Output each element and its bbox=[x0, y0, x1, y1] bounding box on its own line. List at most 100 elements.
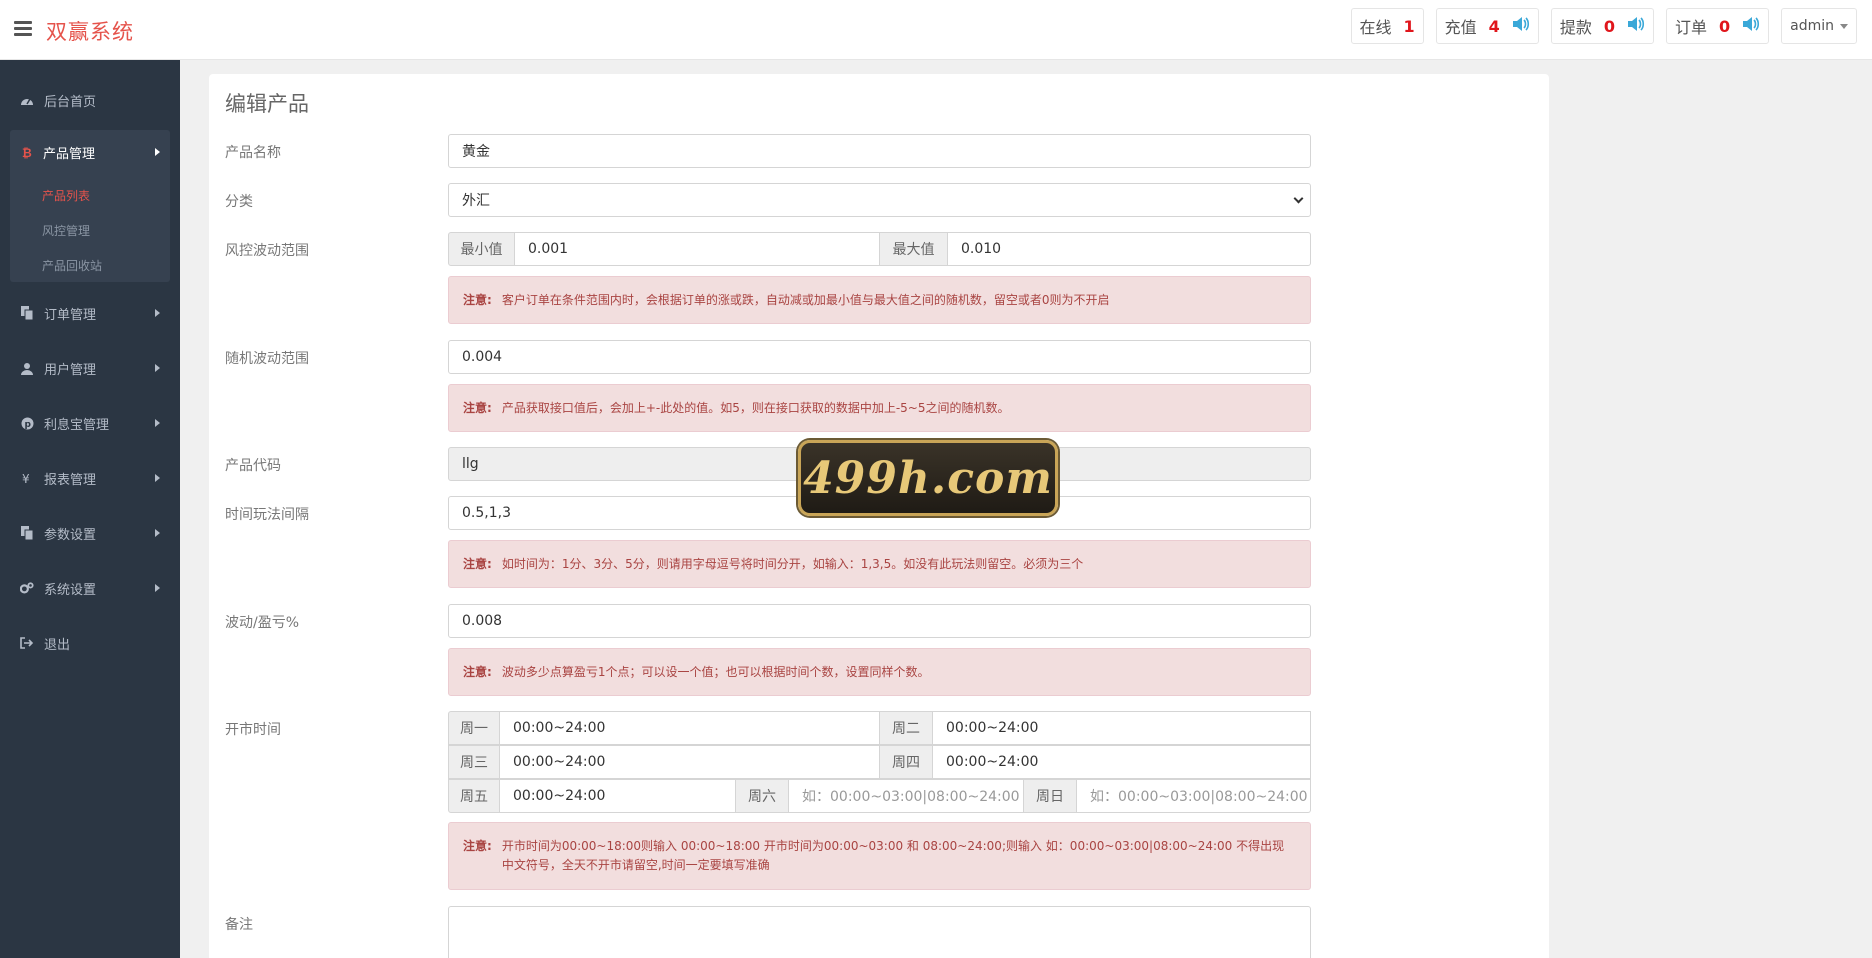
sidebar: 后台首页 ₿ 产品管理 产品列表 风控管理 产品回收站 订单管理 用户管理 p … bbox=[0, 60, 180, 958]
open-hours-label: 开市时间 bbox=[225, 722, 281, 738]
top-right-status: 在线 1 充值 4 提款 0 订单 0 admin bbox=[1350, 8, 1857, 44]
sidebar-item-label: 系统设置 bbox=[44, 582, 97, 598]
day-thu-addon: 周四 bbox=[880, 745, 933, 779]
menu-toggle-icon[interactable] bbox=[14, 21, 32, 37]
day-sat-input[interactable]: 如：00:00~03:00|08:00~24:00 bbox=[789, 779, 1024, 813]
svg-text:₿: ₿ bbox=[22, 146, 32, 159]
recharge-badge[interactable]: 充值 4 bbox=[1435, 8, 1539, 44]
interval-notice: 注意: 如时间为：1分、3分、5分，则请用字母逗号将时间分开，如输入：1,3,5。… bbox=[448, 540, 1311, 588]
top-bar: 双赢系统 在线 1 充值 4 提款 0 订单 0 admin bbox=[0, 0, 1872, 60]
caret-right-icon bbox=[155, 148, 160, 156]
copy-icon bbox=[20, 306, 34, 320]
open-hours-row-1: 周一 00:00~24:00 周二 00:00~24:00 bbox=[448, 711, 1311, 745]
pinterest-icon: p bbox=[20, 416, 34, 430]
online-label: 在线 bbox=[1359, 18, 1392, 37]
sidebar-item-label: 报表管理 bbox=[44, 472, 97, 488]
day-sun-addon: 周日 bbox=[1024, 779, 1077, 813]
caret-right-icon bbox=[155, 529, 160, 537]
risk-min-addon: 最小值 bbox=[448, 232, 515, 266]
product-name-input[interactable]: 黄金 bbox=[448, 134, 1311, 168]
withdraw-badge[interactable]: 提款 0 bbox=[1550, 8, 1654, 44]
day-fri-addon: 周五 bbox=[448, 779, 500, 813]
watermark-logo: 499h.com bbox=[798, 440, 1058, 516]
day-sat-addon: 周六 bbox=[736, 779, 789, 813]
risk-range-label: 风控波动范围 bbox=[225, 243, 309, 259]
dashboard-icon bbox=[20, 93, 34, 107]
risk-min-input[interactable]: 0.001 bbox=[515, 232, 880, 266]
user-icon bbox=[20, 361, 34, 375]
sidebar-item-params[interactable]: 参数设置 bbox=[0, 515, 180, 551]
interval-label: 时间玩法间隔 bbox=[225, 507, 309, 523]
svg-text:¥: ¥ bbox=[22, 472, 30, 485]
day-fri-input[interactable]: 00:00~24:00 bbox=[500, 779, 736, 813]
yen-icon: ¥ bbox=[20, 471, 34, 485]
remark-textarea[interactable] bbox=[448, 906, 1311, 958]
sidebar-subitem-recycle[interactable]: 产品回收站 bbox=[42, 257, 102, 274]
sidebar-subitem-product-list[interactable]: 产品列表 bbox=[42, 187, 90, 204]
user-menu[interactable]: admin bbox=[1781, 8, 1857, 44]
day-wed-addon: 周三 bbox=[448, 745, 500, 779]
user-name: admin bbox=[1790, 18, 1834, 34]
sidebar-item-users[interactable]: 用户管理 bbox=[0, 350, 180, 386]
random-range-input[interactable]: 0.004 bbox=[448, 340, 1311, 374]
open-hours-row-2: 周三 00:00~24:00 周四 00:00~24:00 bbox=[448, 745, 1311, 779]
day-mon-input[interactable]: 00:00~24:00 bbox=[500, 711, 880, 745]
sidebar-item-reports[interactable]: ¥ 报表管理 bbox=[0, 460, 180, 496]
risk-max-input[interactable]: 0.010 bbox=[948, 232, 1311, 266]
sidebar-subitem-risk[interactable]: 风控管理 bbox=[42, 222, 90, 239]
sidebar-item-interest[interactable]: p 利息宝管理 bbox=[0, 405, 180, 441]
order-label: 订单 bbox=[1674, 18, 1707, 37]
wave-label: 波动/盈亏% bbox=[225, 615, 300, 631]
speaker-icon[interactable] bbox=[1742, 16, 1760, 36]
day-tue-input[interactable]: 00:00~24:00 bbox=[933, 711, 1311, 745]
sidebar-item-product[interactable]: ₿ 产品管理 bbox=[10, 130, 170, 174]
online-count: 1 bbox=[1403, 16, 1415, 36]
random-notice: 注意: 产品获取接口值后，会加上+-此处的值。如5，则在接口获取的数据中加上-5~… bbox=[448, 384, 1311, 432]
brand-title: 双赢系统 bbox=[46, 20, 134, 44]
sidebar-item-logout[interactable]: 退出 bbox=[0, 625, 180, 661]
wave-input[interactable]: 0.008 bbox=[448, 604, 1311, 638]
product-code-label: 产品代码 bbox=[225, 458, 281, 474]
recharge-count: 4 bbox=[1488, 16, 1500, 36]
speaker-icon[interactable] bbox=[1627, 16, 1645, 36]
caret-right-icon bbox=[155, 309, 160, 317]
sidebar-item-label: 后台首页 bbox=[44, 94, 97, 110]
risk-range-group: 最小值 0.001 最大值 0.010 bbox=[448, 232, 1311, 266]
product-name-label: 产品名称 bbox=[225, 145, 281, 161]
recharge-label: 充值 bbox=[1444, 18, 1477, 37]
open-hours-row-3: 周五 00:00~24:00 周六 如：00:00~03:00|08:00~24… bbox=[448, 779, 1311, 813]
sidebar-item-label: 订单管理 bbox=[44, 307, 97, 323]
sidebar-item-label: 用户管理 bbox=[44, 362, 97, 378]
caret-right-icon bbox=[155, 364, 160, 372]
sign-out-icon bbox=[20, 636, 34, 650]
risk-notice: 注意: 客户订单在条件范围内时，会根据订单的涨或跌，自动减或加最小值与最大值之间的… bbox=[448, 276, 1311, 324]
category-label: 分类 bbox=[225, 194, 253, 210]
risk-max-addon: 最大值 bbox=[880, 232, 948, 266]
order-count: 0 bbox=[1718, 16, 1731, 36]
order-badge[interactable]: 订单 0 bbox=[1665, 8, 1770, 44]
withdraw-count: 0 bbox=[1603, 16, 1615, 36]
sidebar-item-label: 产品管理 bbox=[43, 146, 96, 162]
speaker-icon[interactable] bbox=[1512, 16, 1530, 36]
day-sun-input[interactable]: 如：00:00~03:00|08:00~24:00 bbox=[1077, 779, 1311, 813]
online-badge[interactable]: 在线 1 bbox=[1350, 8, 1424, 44]
sidebar-item-label: 参数设置 bbox=[44, 527, 97, 543]
page-title: 编辑产品 bbox=[225, 92, 309, 116]
day-wed-input[interactable]: 00:00~24:00 bbox=[500, 745, 880, 779]
category-select[interactable]: 外汇 bbox=[448, 183, 1311, 217]
random-range-label: 随机波动范围 bbox=[225, 351, 309, 367]
day-mon-addon: 周一 bbox=[448, 711, 500, 745]
caret-right-icon bbox=[155, 474, 160, 482]
caret-right-icon bbox=[155, 419, 160, 427]
gears-icon bbox=[20, 581, 34, 595]
sidebar-item-label: 利息宝管理 bbox=[44, 417, 110, 433]
sidebar-item-home[interactable]: 后台首页 bbox=[0, 82, 180, 118]
withdraw-label: 提款 bbox=[1559, 18, 1592, 37]
day-thu-input[interactable]: 00:00~24:00 bbox=[933, 745, 1311, 779]
wave-notice: 注意: 波动多少点算盈亏1个点；可以设一个值；也可以根据时间个数，设置同样个数。 bbox=[448, 648, 1311, 696]
sidebar-item-orders[interactable]: 订单管理 bbox=[0, 295, 180, 331]
remark-label: 备注 bbox=[225, 917, 253, 933]
sidebar-item-system[interactable]: 系统设置 bbox=[0, 570, 180, 606]
open-hours-notice: 注意: 开市时间为00:00~18:00则输入 00:00~18:00 开市时间为… bbox=[448, 822, 1311, 890]
copy-icon bbox=[20, 526, 34, 540]
